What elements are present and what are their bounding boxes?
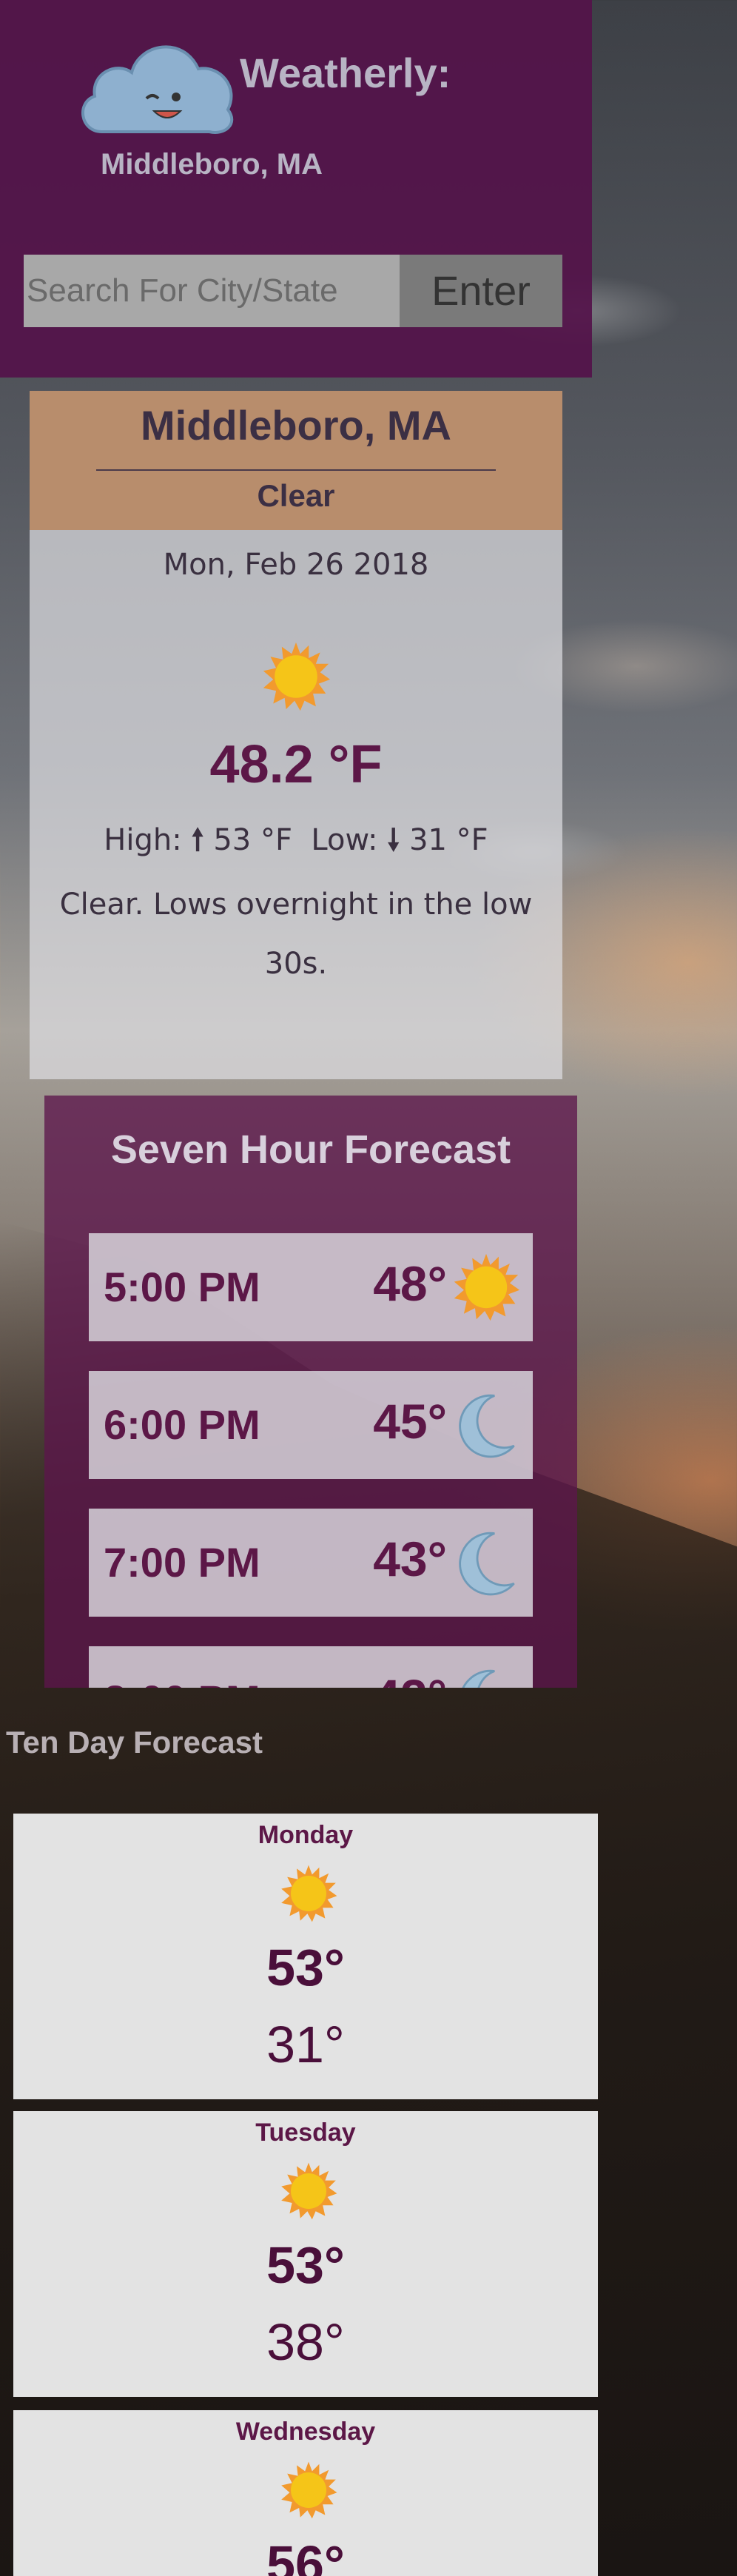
low-value: 31 °F	[409, 823, 488, 857]
hourly-title: Seven Hour Forecast	[110, 1127, 511, 1172]
moon-icon	[459, 1532, 515, 1596]
high-value: 53 °F	[213, 823, 292, 857]
tenday-title: Ten Day Forecast	[6, 1725, 263, 1760]
moon-icon	[459, 1394, 515, 1458]
app-header: Weatherly: Middleboro, MA Enter	[0, 0, 592, 378]
day-high: 53°	[266, 1939, 345, 1996]
hour-temp: 43°	[373, 1532, 447, 1586]
current-date: Mon, Feb 26 2018	[163, 548, 429, 582]
day-high: 56°	[266, 2535, 345, 2576]
hour-row: 5:00 PM 48°	[89, 1233, 533, 1341]
sun-icon	[263, 642, 331, 711]
hour-time: 6:00 PM	[104, 1401, 260, 1448]
current-weather-header: Middleboro, MA Clear	[30, 391, 562, 530]
low-label: Low:	[311, 823, 378, 857]
app-title: Weatherly:	[240, 50, 451, 96]
day-name: Wednesday	[235, 2418, 376, 2446]
day-high: 53°	[266, 2236, 345, 2294]
arrow-up-icon: 🠕	[191, 823, 204, 857]
header-location: Middleboro, MA	[101, 148, 323, 181]
day-card: Monday 53° 31°	[13, 1814, 598, 2099]
arrow-down-icon: 🠗	[387, 823, 400, 857]
hour-time: 5:00 PM	[104, 1264, 260, 1310]
day-name: Tuesday	[255, 2119, 356, 2147]
current-condition: Clear	[257, 478, 335, 513]
moon-icon	[462, 1669, 495, 1688]
current-temperature: 48.2 °F	[209, 735, 383, 794]
day-card: Tuesday 53° 38°	[13, 2111, 598, 2397]
hour-time: 8:00 PM	[104, 1676, 260, 1688]
search-input[interactable]	[24, 255, 400, 327]
current-weather-card: Middleboro, MA Clear Mon, Feb 26 2018 48…	[30, 391, 562, 1079]
hour-temp: 48°	[373, 1256, 447, 1311]
divider	[96, 469, 496, 471]
sun-icon	[281, 2461, 337, 2519]
day-name: Monday	[258, 1821, 354, 1849]
hour-temp: 42°	[373, 1668, 447, 1688]
sun-icon	[281, 2162, 337, 2220]
high-low: High: 🠕 53 °F Low: 🠗 31 °F	[30, 819, 562, 869]
day-card: Wednesday 56°	[13, 2410, 598, 2576]
current-city: Middleboro, MA	[141, 402, 451, 449]
seven-hour-forecast[interactable]: Seven Hour Forecast 5:00 PM 48° 6:00 PM …	[44, 1096, 577, 1688]
day-low: 38°	[266, 2313, 345, 2371]
hour-row: 8:00 PM 42°	[89, 1646, 533, 1688]
enter-button[interactable]: Enter	[400, 255, 562, 327]
hour-row: 6:00 PM 45°	[89, 1371, 533, 1479]
sun-icon	[454, 1253, 520, 1321]
hour-row: 7:00 PM 43°	[89, 1509, 533, 1617]
hour-time: 7:00 PM	[104, 1539, 260, 1586]
day-low: 31°	[266, 2016, 345, 2073]
sun-icon	[281, 1865, 337, 1922]
high-label: High:	[104, 823, 182, 857]
current-description: Clear. Lows overnight in the low 30s.	[59, 888, 533, 981]
cloud-logo-icon	[81, 45, 234, 134]
hour-temp: 45°	[373, 1394, 447, 1449]
